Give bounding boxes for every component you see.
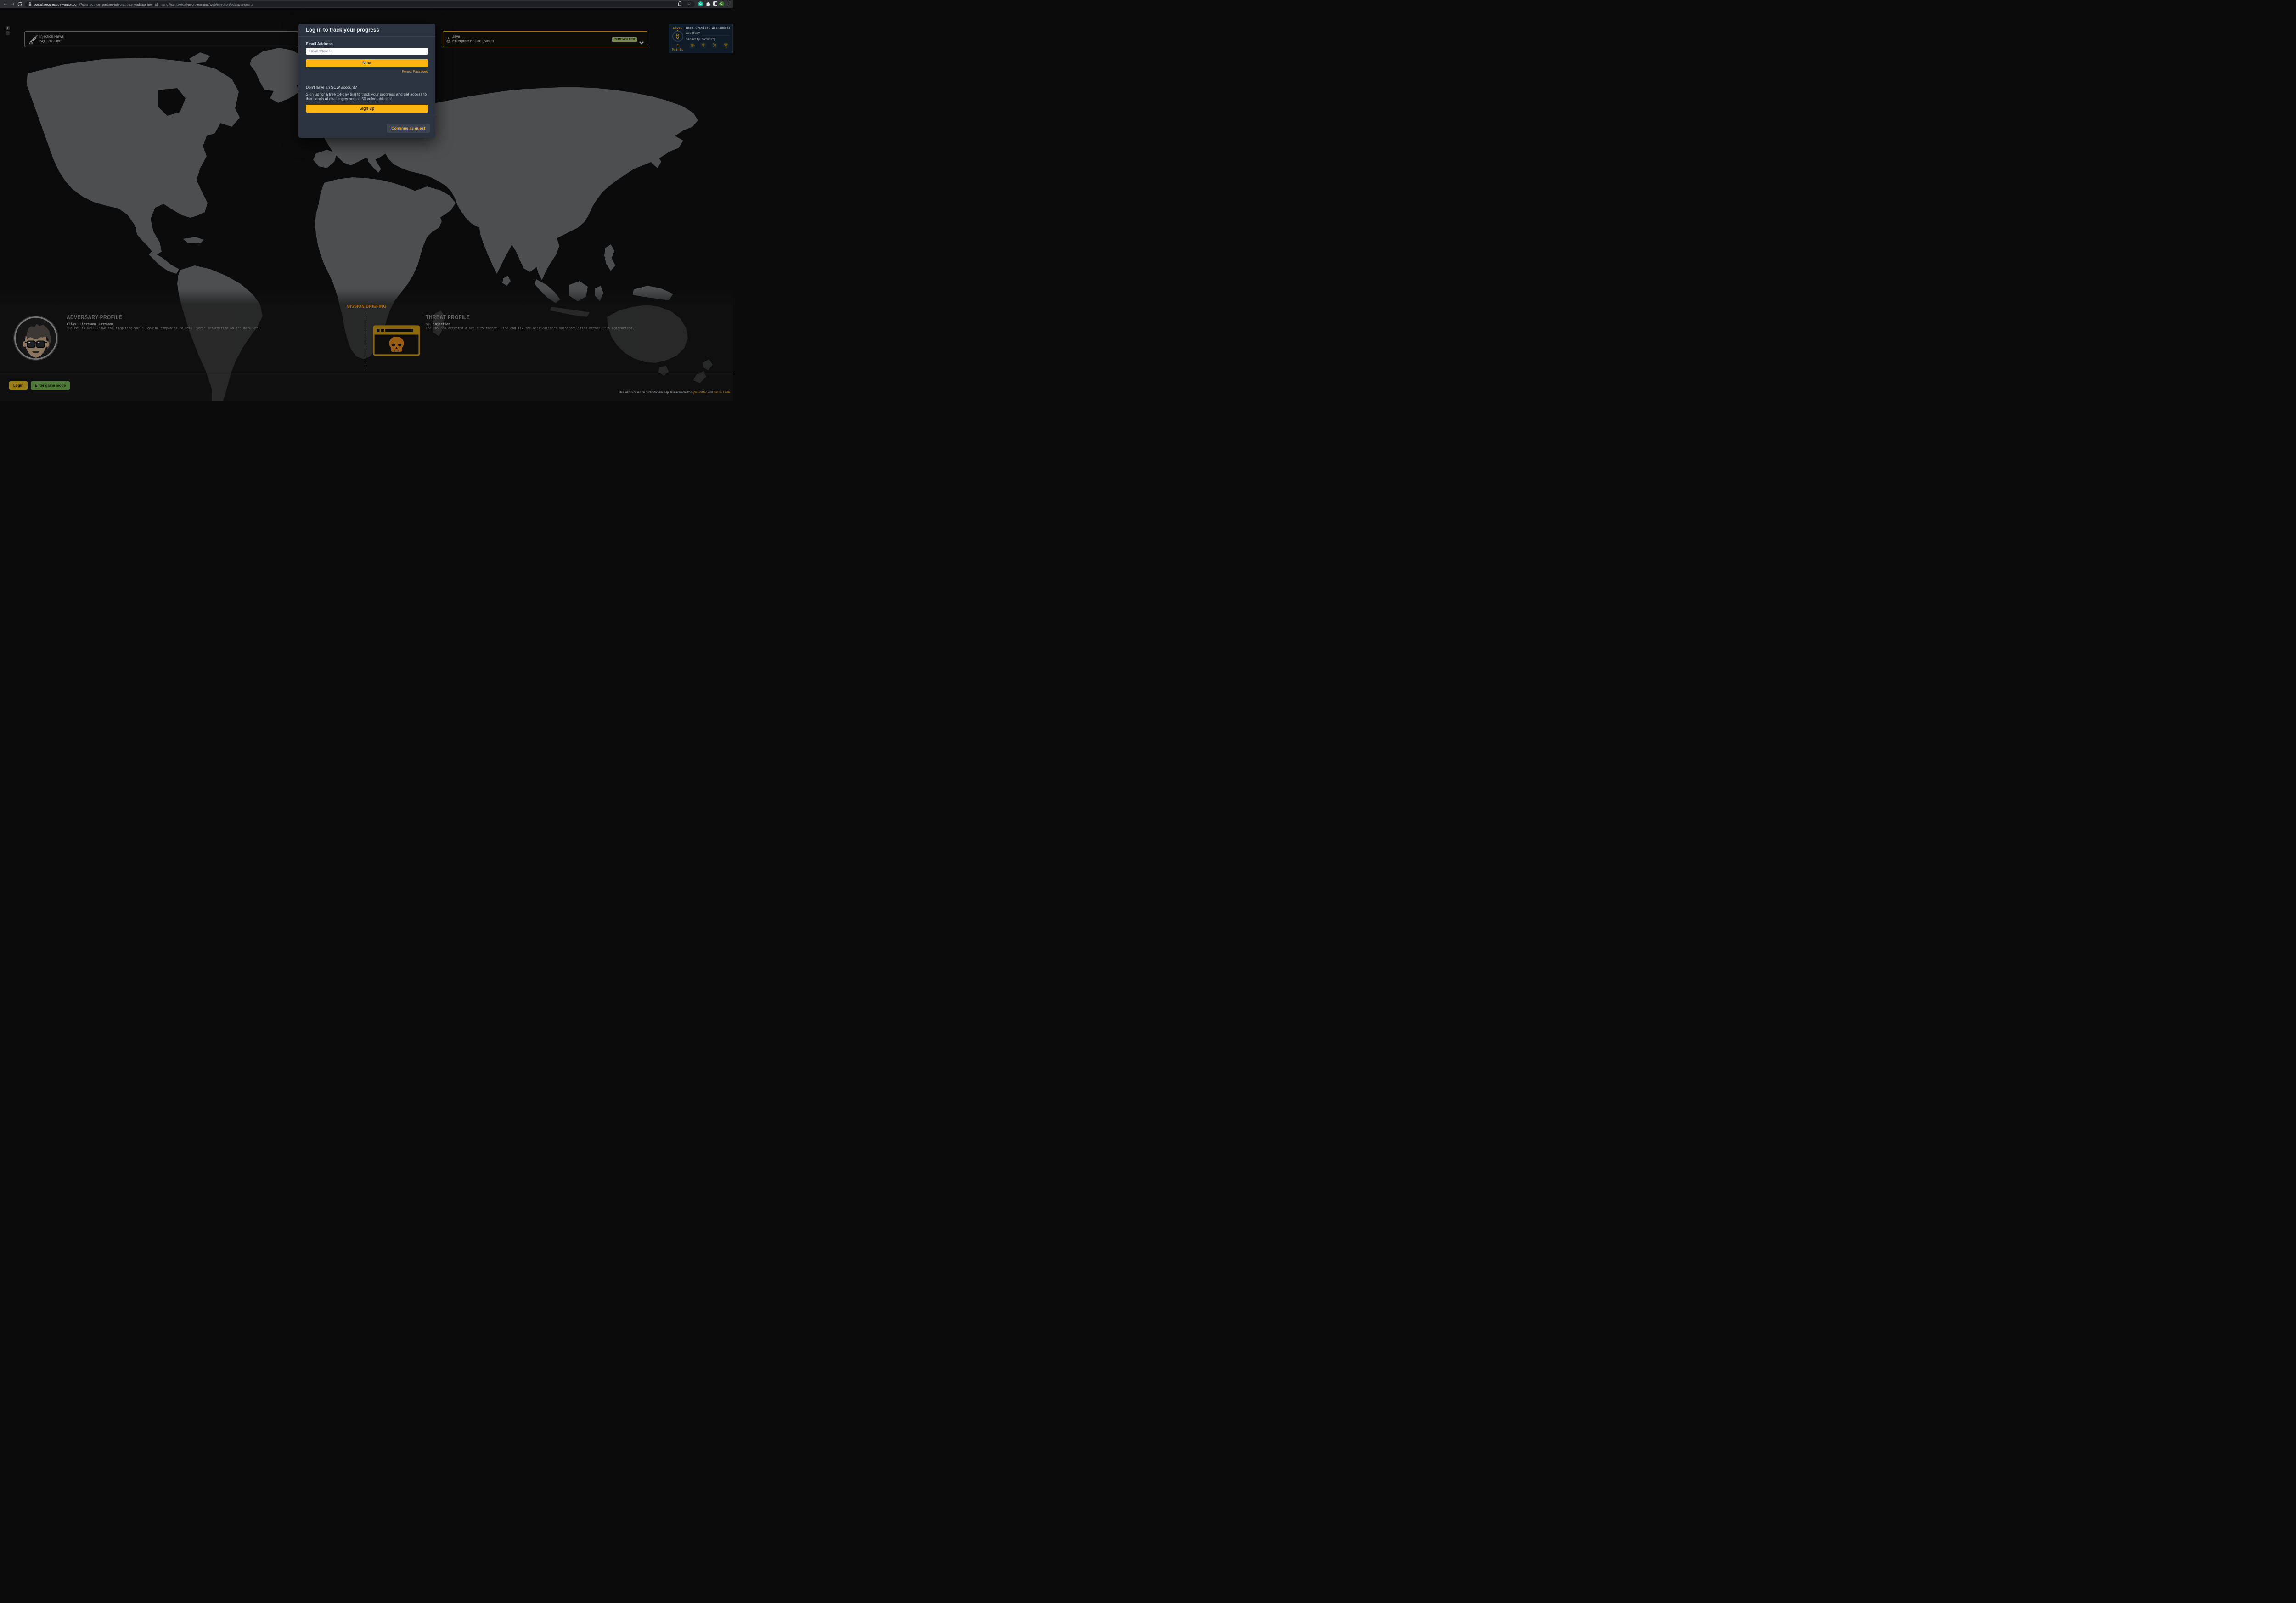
tools-icon <box>711 42 718 49</box>
signup-text: Sign up for a free 14-day trial to track… <box>306 92 428 102</box>
map-zoom-out-button[interactable]: − <box>6 31 10 35</box>
login-button[interactable]: Login <box>9 381 28 390</box>
points-value: 0 <box>669 44 686 47</box>
remembered-badge: REMEMBERED <box>612 37 637 42</box>
maturity-label: Security Maturity <box>686 38 715 41</box>
signup-button[interactable]: Sign up <box>306 105 428 113</box>
accuracy-label: Accuracy <box>686 31 700 34</box>
continue-as-guest-button[interactable]: Continue as guest <box>387 124 430 133</box>
sidebar-extension-icon[interactable] <box>713 1 717 6</box>
adversary-profile-title: ADVERSARY PROFILE <box>67 314 122 321</box>
threat-name: SQL injection <box>426 322 450 326</box>
enter-game-mode-button[interactable]: Enter game mode <box>31 381 70 390</box>
graduation-cap-icon <box>689 42 695 49</box>
forward-icon[interactable]: → <box>9 1 16 8</box>
url-path: /?utm_source=partner-integration:mend&pa… <box>79 2 253 6</box>
signup-heading: Don't have an SCW account? <box>306 85 428 90</box>
map-zoom-in-button[interactable]: + <box>6 26 10 30</box>
challenge-category: Injection Flaws <box>39 34 64 39</box>
puzzle-extension-icon[interactable] <box>706 1 710 6</box>
url-text: portal.securecodewarrior.com/?utm_source… <box>34 2 678 6</box>
threat-profile-title: THREAT PROFILE <box>426 314 470 321</box>
weaknesses-title: Most Critical Weaknesses <box>686 26 731 30</box>
mission-briefing-title: MISSION BRIEFING <box>347 304 387 309</box>
language-name: Java <box>452 34 494 39</box>
skull-window-icon <box>373 325 420 358</box>
url-domain: portal.securecodewarrior.com <box>34 2 79 6</box>
adversary-alias: Alias: Firstname Lastname <box>67 322 113 326</box>
map-attribution: This map is based on public domain map d… <box>619 391 730 394</box>
lock-icon <box>28 0 32 8</box>
java-icon <box>446 37 450 45</box>
grammarly-extension-icon[interactable]: G <box>698 1 703 6</box>
adversary-description: Subject is well-known for targeting worl… <box>67 327 260 330</box>
trophy-icon <box>723 42 729 49</box>
language-edition: Enterprise Edition (Basic) <box>452 39 494 44</box>
email-label: Email Address <box>306 41 428 46</box>
reload-icon[interactable] <box>16 1 23 8</box>
modal-footer: Continue as guest <box>298 117 435 138</box>
attribution-and: and <box>707 391 713 394</box>
login-modal: Log in to track your progress Email Addr… <box>298 24 435 138</box>
level-value: 0 <box>672 31 683 42</box>
bookmark-star-icon[interactable]: ☆ <box>687 2 691 6</box>
lightbulb-icon <box>700 42 707 49</box>
challenge-banner: Injection Flaws SQL injection <box>24 31 298 47</box>
natural-earth-link[interactable]: Natural Earth <box>714 391 730 394</box>
chevron-down-icon[interactable] <box>639 39 644 47</box>
back-icon[interactable]: ← <box>2 1 9 8</box>
browser-profile-avatar[interactable]: C <box>719 1 724 6</box>
menu-dots-icon[interactable]: ⋮ <box>726 1 733 8</box>
address-bar[interactable]: portal.securecodewarrior.com/?utm_source… <box>25 1 695 7</box>
forgot-password-link[interactable]: Forgot Password <box>306 69 428 73</box>
language-selector[interactable]: Java Enterprise Edition (Basic) REMEMBER… <box>443 31 647 47</box>
accuracy-progress-bar <box>686 35 730 36</box>
syringe-injection-icon <box>29 34 38 47</box>
points-label: Points <box>669 48 686 51</box>
share-icon[interactable] <box>678 0 682 8</box>
threat-description: The IDS has detected a security threat. … <box>426 327 634 330</box>
level-label: Level <box>669 26 686 30</box>
attribution-text: This map is based on public domain map d… <box>619 391 693 394</box>
modal-title: Log in to track your progress <box>298 24 435 37</box>
challenge-name: SQL injection <box>39 39 64 44</box>
browser-toolbar: ← → portal.securecodewarrior.com/?utm_so… <box>0 0 733 8</box>
adversary-avatar <box>13 315 59 363</box>
email-field[interactable] <box>306 48 428 55</box>
next-button[interactable]: Next <box>306 59 428 67</box>
jvectormap-link[interactable]: jVectorMap <box>693 391 707 394</box>
player-stats-panel: Level 0 0 Points Most Critical Weaknesse… <box>669 24 733 53</box>
